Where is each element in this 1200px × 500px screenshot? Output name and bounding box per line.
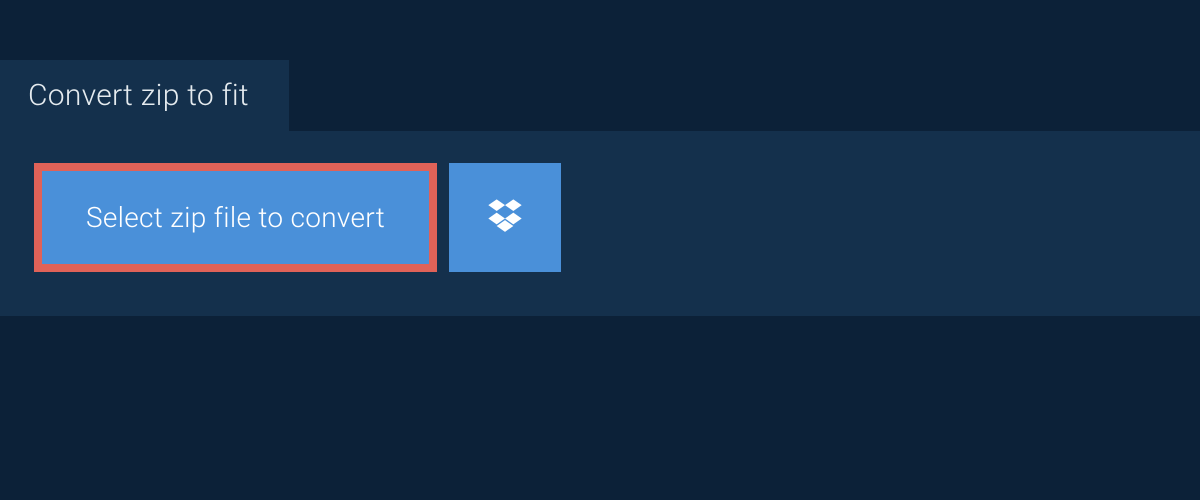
select-file-button[interactable]: Select zip file to convert	[34, 163, 437, 272]
dropbox-icon	[485, 196, 525, 240]
tab-label: Convert zip to fit	[28, 78, 249, 113]
select-file-label: Select zip file to convert	[86, 201, 385, 234]
tab-convert[interactable]: Convert zip to fit	[0, 60, 289, 131]
tab-bar: Convert zip to fit	[0, 0, 1200, 131]
button-row: Select zip file to convert	[34, 163, 1166, 272]
converter-panel: Select zip file to convert	[0, 131, 1200, 316]
dropbox-button[interactable]	[449, 163, 561, 272]
